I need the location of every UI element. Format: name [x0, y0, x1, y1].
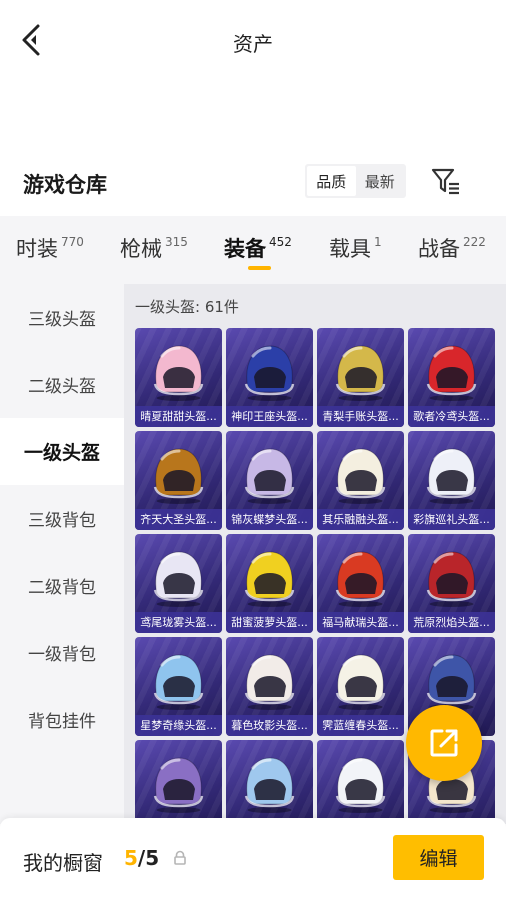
item-card-name: 甜蜜菠萝头盔... [226, 612, 313, 633]
sidebar: 三级头盔 二级头盔 一级头盔 三级背包 二级背包 一级背包 背包挂件 [0, 284, 124, 824]
item-card[interactable]: 歌者冷鸢头盔... [408, 328, 495, 427]
item-card[interactable]: 鸢尾珑雾头盔... [135, 534, 222, 633]
item-card-name: 霁蓝缠春头盔... [317, 715, 404, 736]
tab-label: 载具 [329, 237, 371, 261]
sort-quality-button[interactable]: 品质 [307, 166, 356, 196]
filter-button[interactable] [430, 165, 462, 197]
item-card[interactable]: 其乐融融头盔... [317, 431, 404, 530]
showcase-label: 我的橱窗 [23, 851, 103, 875]
tab-count: 1 [374, 235, 382, 249]
item-card-name: 晴夏甜甜头盔... [135, 406, 222, 427]
item-card[interactable]: 暮色玫影头盔... [226, 637, 313, 736]
item-card[interactable]: 青梨手账头盔... [317, 328, 404, 427]
item-count-title: 一级头盔: 61件 [135, 298, 239, 316]
item-card-name: 歌者冷鸢头盔... [408, 406, 495, 427]
helmet-icon [335, 448, 386, 504]
showcase-current: 5 [124, 846, 138, 870]
tab-count: 315 [165, 235, 188, 249]
filter-icon [431, 168, 459, 195]
tab-supplies[interactable]: 战备 222 [418, 233, 486, 263]
helmet-icon [244, 345, 295, 401]
active-tab-indicator [248, 266, 271, 270]
helmet-icon [153, 551, 204, 607]
helmet-icon [244, 448, 295, 504]
item-card[interactable]: 星梦奇缘头盔... [135, 637, 222, 736]
tab-weapons[interactable]: 枪械 315 [120, 233, 188, 263]
helmet-icon [426, 345, 477, 401]
sidebar-item-level2-backpack[interactable]: 二级背包 [0, 552, 124, 619]
category-tabs: 时装 770 枪械 315 装备 452 载具 1 战备 222 [0, 216, 506, 284]
tab-count: 770 [61, 235, 84, 249]
item-card-name: 星梦奇缘头盔... [135, 715, 222, 736]
tab-label: 装备 [224, 237, 266, 261]
helmet-icon [153, 448, 204, 504]
helmet-icon [335, 654, 386, 710]
item-card-name: 鸢尾珑雾头盔... [135, 612, 222, 633]
item-card-name: 锦灰蝶梦头盔... [226, 509, 313, 530]
tab-vehicles[interactable]: 载具 1 [329, 233, 382, 263]
tab-label: 时装 [16, 237, 58, 261]
item-card[interactable]: 福马献瑞头盔... [317, 534, 404, 633]
showcase-bar: 我的橱窗 5/5 编辑 [0, 818, 506, 897]
helmet-icon [153, 757, 204, 813]
sidebar-item-level1-backpack[interactable]: 一级背包 [0, 619, 124, 686]
helmet-icon [153, 345, 204, 401]
section-header: 游戏仓库 品质 最新 [0, 155, 506, 210]
sidebar-item-backpack-charm[interactable]: 背包挂件 [0, 686, 124, 753]
tab-equipment[interactable]: 装备 452 [224, 233, 292, 263]
helmet-icon [244, 757, 295, 813]
tab-count: 452 [269, 235, 292, 249]
helmet-icon [335, 345, 386, 401]
share-button[interactable] [406, 705, 482, 781]
item-card-name: 青梨手账头盔... [317, 406, 404, 427]
item-card[interactable] [317, 740, 404, 824]
page-title: 资产 [233, 32, 273, 56]
item-card[interactable]: 锦灰蝶梦头盔... [226, 431, 313, 530]
item-card[interactable]: 荒原烈焰头盔... [408, 534, 495, 633]
tab-label: 枪械 [120, 237, 162, 261]
helmet-icon [426, 654, 477, 710]
sidebar-item-level2-helmet[interactable]: 二级头盔 [0, 351, 124, 418]
item-card-name: 荒原烈焰头盔... [408, 612, 495, 633]
item-card[interactable]: 彩旗巡礼头盔... [408, 431, 495, 530]
item-card[interactable]: 齐天大圣头盔... [135, 431, 222, 530]
tab-label: 战备 [418, 237, 460, 261]
share-icon [430, 729, 458, 757]
sidebar-item-level3-helmet[interactable]: 三级头盔 [0, 284, 124, 351]
item-card[interactable] [135, 740, 222, 824]
helmet-icon [426, 551, 477, 607]
item-card-name: 彩旗巡礼头盔... [408, 509, 495, 530]
top-bar: 资产 [0, 0, 506, 80]
lock-icon [174, 850, 186, 865]
sort-latest-button[interactable]: 最新 [356, 166, 405, 196]
section-title: 游戏仓库 [23, 173, 107, 197]
helmet-icon [335, 757, 386, 813]
tab-count: 222 [463, 235, 486, 249]
item-card-name: 暮色玫影头盔... [226, 715, 313, 736]
showcase-count: 5/5 [124, 846, 159, 870]
helmet-icon [244, 654, 295, 710]
item-card[interactable]: 霁蓝缠春头盔... [317, 637, 404, 736]
item-card[interactable] [226, 740, 313, 824]
item-card-name: 齐天大圣头盔... [135, 509, 222, 530]
showcase-max: 5 [145, 846, 160, 870]
helmet-icon [426, 448, 477, 504]
helmet-icon [244, 551, 295, 607]
tab-fashion[interactable]: 时装 770 [16, 233, 84, 263]
item-card-name: 神印王座头盔... [226, 406, 313, 427]
helmet-icon [335, 551, 386, 607]
item-card-name: 福马献瑞头盔... [317, 612, 404, 633]
item-card[interactable]: 甜蜜菠萝头盔... [226, 534, 313, 633]
sort-toggle: 品质 最新 [305, 164, 406, 198]
sidebar-item-level3-backpack[interactable]: 三级背包 [0, 485, 124, 552]
edit-button[interactable]: 编辑 [393, 835, 484, 880]
item-card[interactable]: 神印王座头盔... [226, 328, 313, 427]
item-card-name: 其乐融融头盔... [317, 509, 404, 530]
item-card[interactable]: 晴夏甜甜头盔... [135, 328, 222, 427]
helmet-icon [153, 654, 204, 710]
sidebar-item-level1-helmet[interactable]: 一级头盔 [0, 418, 124, 485]
